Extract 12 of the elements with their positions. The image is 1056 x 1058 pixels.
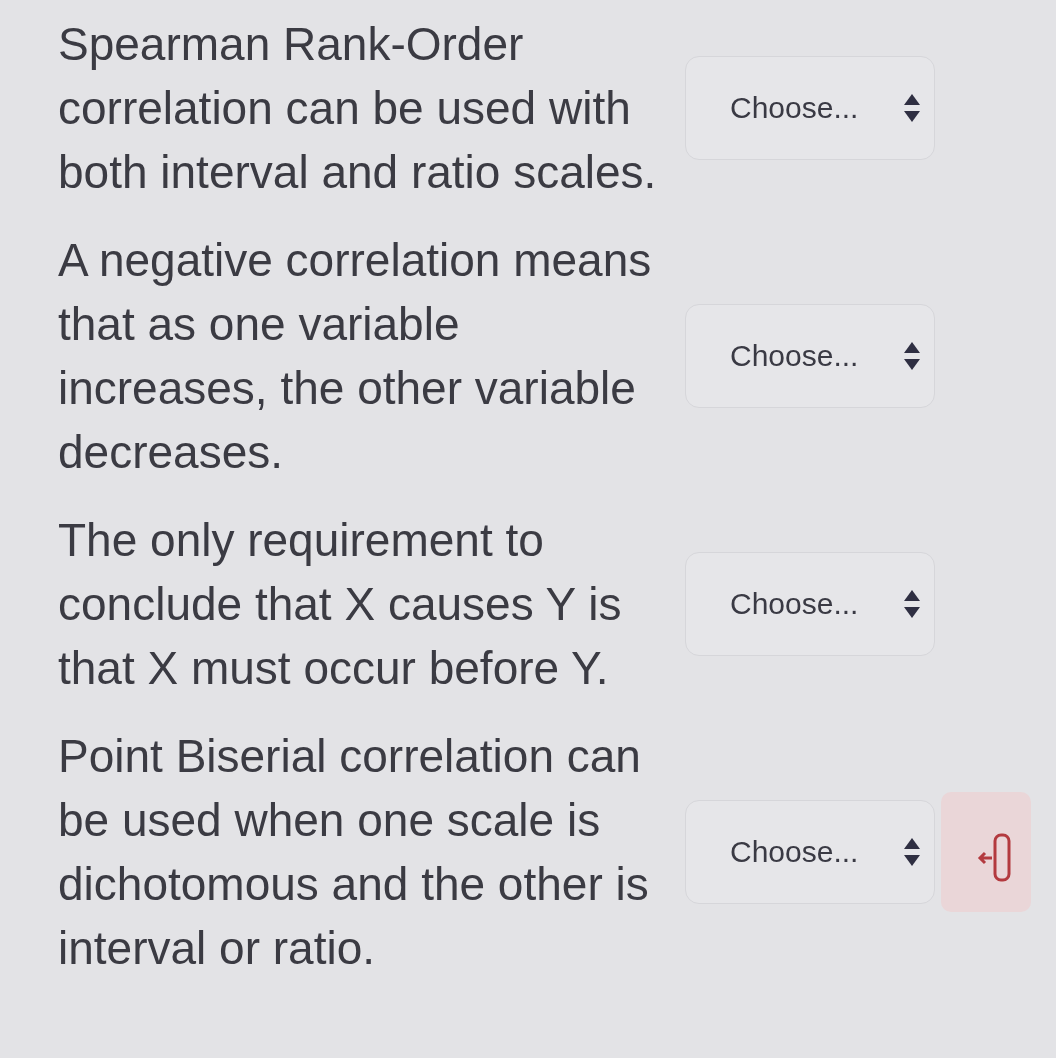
answer-dropdown[interactable]: Choose...: [685, 304, 935, 408]
up-down-caret-icon: [904, 94, 921, 122]
question-text: A negative correlation means that as one variable increases, the other variable decreases.: [58, 233, 653, 480]
question-text: Point Biserial correlation can be used when one scale is dichotomous and the other is interval or ratio.: [58, 729, 650, 976]
question-text: The only requirement to conclude that X causes Y is that X must occur before Y.: [58, 513, 623, 696]
up-down-caret-icon: [904, 838, 921, 866]
up-down-caret-icon: [904, 590, 921, 618]
answer-dropdown[interactable]: Choose...: [685, 800, 935, 904]
answer-dropdown[interactable]: Choose...: [685, 56, 935, 160]
answer-dropdown[interactable]: Choose...: [685, 552, 935, 656]
question-text: Spearman Rank-Order correlation can be used with both interval and ratio scales.: [58, 17, 658, 200]
up-down-caret-icon: [904, 342, 921, 370]
